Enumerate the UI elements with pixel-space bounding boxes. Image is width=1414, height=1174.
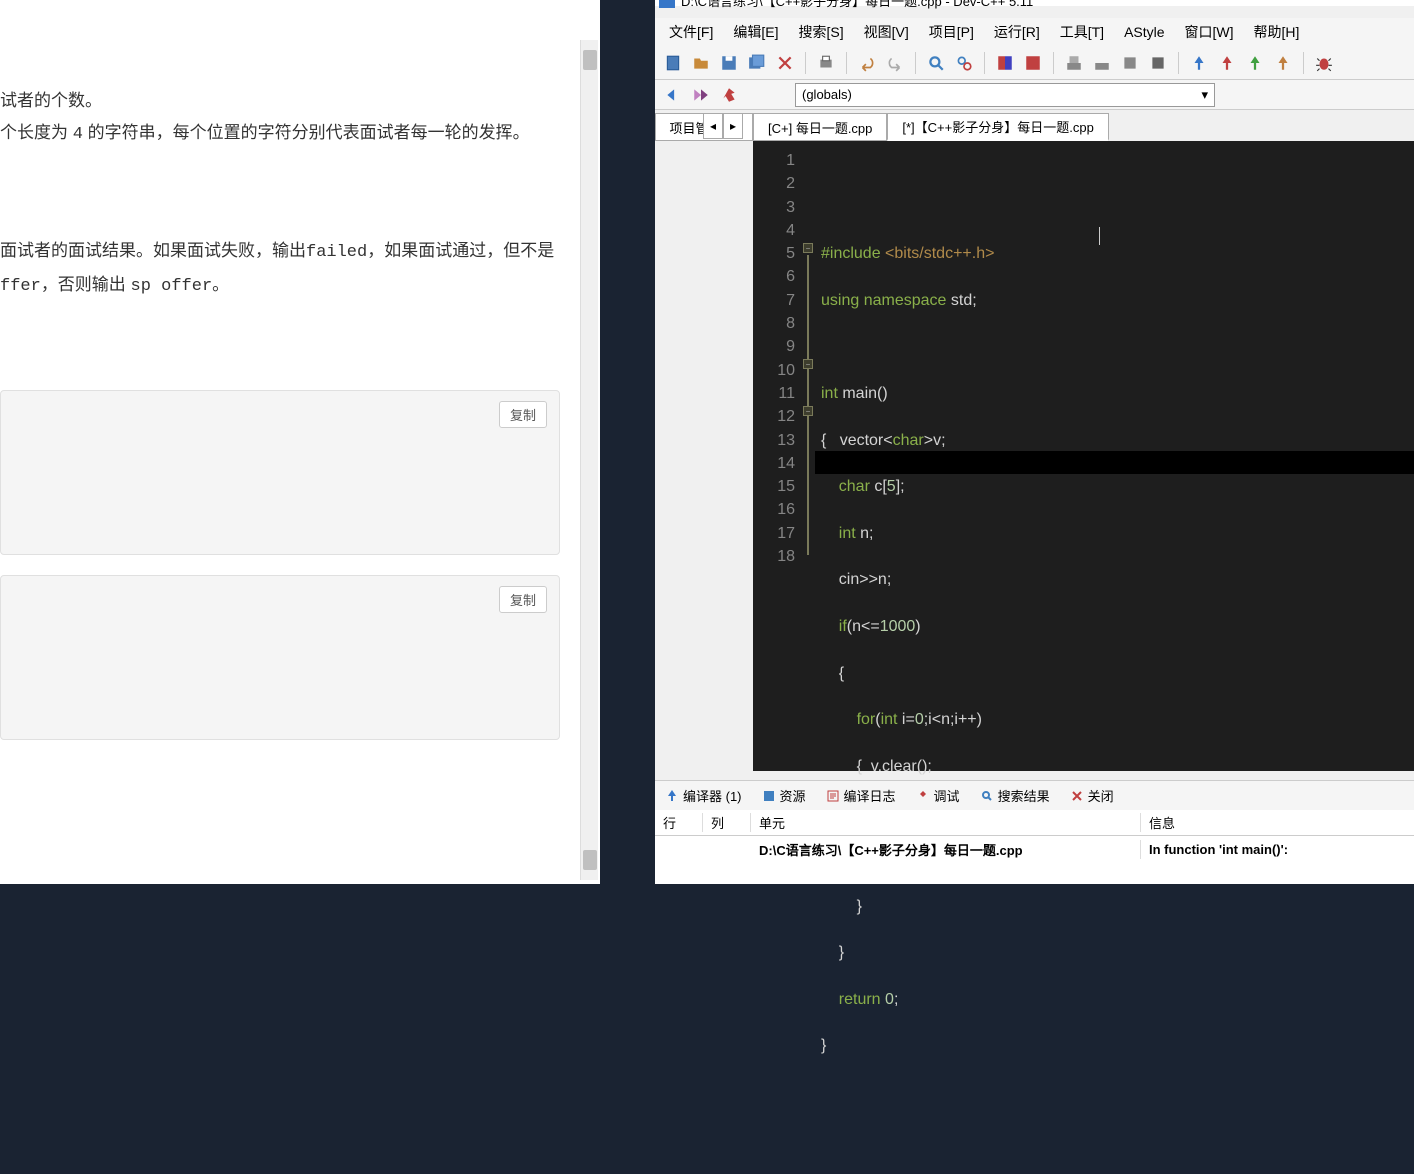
example-output-box: 复制: [0, 575, 560, 740]
ide-window: D:\C语言练习\【C++影子分身】每日一题.cpp - Dev-C++ 5.1…: [655, 0, 1414, 884]
col-info[interactable]: 信息: [1141, 813, 1414, 832]
example-input-box: 复制: [0, 390, 560, 555]
new-file-icon[interactable]: [661, 51, 685, 75]
fold-marker-icon[interactable]: −: [803, 406, 813, 416]
table-row[interactable]: D:\C语言练习\【C++影子分身】每日一题.cpp In function '…: [655, 836, 1414, 862]
menu-window[interactable]: 窗口[W]: [1175, 18, 1244, 46]
debug-icon[interactable]: [1090, 51, 1114, 75]
nav-icon[interactable]: [689, 83, 713, 107]
scrollbar-thumb[interactable]: [583, 50, 597, 70]
close-tab[interactable]: 关闭: [1060, 782, 1124, 809]
menu-help[interactable]: 帮助[H]: [1244, 18, 1310, 46]
rebuild-icon[interactable]: [1062, 51, 1086, 75]
menu-edit[interactable]: 编辑[E]: [723, 18, 788, 46]
left-scrollbar[interactable]: [580, 40, 598, 880]
nav-icon[interactable]: [661, 83, 685, 107]
bottom-tabs-bar: 编译器 (1) 资源 编译日志 调试 搜索结果 关闭: [655, 780, 1414, 810]
profiler-icon[interactable]: [1118, 51, 1142, 75]
search-results-tab[interactable]: 搜索结果: [970, 782, 1060, 809]
copy-button[interactable]: 复制: [499, 586, 547, 613]
print-icon[interactable]: [814, 51, 838, 75]
file-tabs: [C+] 每日一题.cpp [*]【C++影子分身】每日一题.cpp: [753, 113, 1414, 141]
find-icon[interactable]: [924, 51, 948, 75]
run-icon[interactable]: [1021, 51, 1045, 75]
code-editor[interactable]: 123 456 789 101112 131415 161718 − − − #…: [753, 141, 1414, 771]
chevron-down-icon: ▾: [1201, 87, 1208, 103]
problem-input-desc: 试者的个数。 个长度为 4 的字符串，每个位置的字符分别代表面试者每一轮的发挥。: [0, 85, 565, 152]
menu-search[interactable]: 搜索[S]: [788, 18, 853, 46]
text-cursor: [1099, 227, 1100, 245]
menu-file[interactable]: 文件[F]: [659, 18, 723, 46]
fold-column: − − −: [803, 141, 815, 771]
open-file-icon[interactable]: [689, 51, 713, 75]
scrollbar-thumb[interactable]: [583, 850, 597, 870]
scope-dropdown[interactable]: (globals) ▾: [795, 83, 1215, 107]
col-col[interactable]: 列: [703, 813, 751, 832]
save-all-icon[interactable]: [745, 51, 769, 75]
resource-tab[interactable]: 资源: [752, 782, 816, 809]
secondary-toolbar: (globals) ▾: [655, 80, 1414, 110]
nav-up-icon[interactable]: [1271, 51, 1295, 75]
fold-marker-icon[interactable]: −: [803, 359, 813, 369]
menu-bar: 文件[F] 编辑[E] 搜索[S] 视图[V] 项目[P] 运行[R] 工具[T…: [655, 18, 1414, 46]
main-toolbar: [655, 46, 1414, 80]
replace-icon[interactable]: [952, 51, 976, 75]
problem-panel: 试者的个数。 个长度为 4 的字符串，每个位置的字符分别代表面试者每一轮的发挥。…: [0, 0, 600, 884]
app-icon: [659, 0, 675, 8]
nav-icon[interactable]: [717, 83, 741, 107]
file-tab[interactable]: [C+] 每日一题.cpp: [753, 113, 887, 141]
problem-output-desc: 面试者的面试结果。如果面试失败，输出failed，如果面试通过，但不是 ffer…: [0, 235, 560, 304]
fold-marker-icon[interactable]: −: [803, 243, 813, 253]
config-icon[interactable]: [1146, 51, 1170, 75]
table-header: 行 列 单元 信息: [655, 810, 1414, 836]
code-content[interactable]: #include <bits/stdc++.h> using namespace…: [815, 141, 1414, 771]
close-icon[interactable]: [773, 51, 797, 75]
nav-up-icon[interactable]: [1187, 51, 1211, 75]
nav-up-icon[interactable]: [1215, 51, 1239, 75]
save-icon[interactable]: [717, 51, 741, 75]
window-title-bar: D:\C语言练习\【C++影子分身】每日一题.cpp - Dev-C++ 5.1…: [655, 0, 1414, 6]
sidebar-next-icon[interactable]: ▸: [723, 113, 743, 139]
bug-icon[interactable]: [1312, 51, 1336, 75]
menu-run[interactable]: 运行[R]: [984, 18, 1050, 46]
menu-view[interactable]: 视图[V]: [854, 18, 919, 46]
menu-tools[interactable]: 工具[T]: [1050, 18, 1114, 46]
menu-astyle[interactable]: AStyle: [1114, 20, 1174, 44]
debug-tab[interactable]: 调试: [906, 782, 970, 809]
col-unit[interactable]: 单元: [751, 813, 1141, 832]
copy-button[interactable]: 复制: [499, 401, 547, 428]
window-title: D:\C语言练习\【C++影子分身】每日一题.cpp - Dev-C++ 5.1…: [681, 0, 1033, 10]
redo-icon[interactable]: [883, 51, 907, 75]
file-tab-active[interactable]: [*]【C++影子分身】每日一题.cpp: [887, 113, 1108, 141]
line-number-gutter: 123 456 789 101112 131415 161718: [753, 141, 803, 771]
compile-icon[interactable]: [993, 51, 1017, 75]
nav-up-icon[interactable]: [1243, 51, 1267, 75]
compiler-tab[interactable]: 编译器 (1): [655, 782, 752, 809]
undo-icon[interactable]: [855, 51, 879, 75]
sidebar-prev-icon[interactable]: ◂: [703, 113, 723, 139]
menu-project[interactable]: 项目[P]: [919, 18, 984, 46]
compile-log-tab[interactable]: 编译日志: [816, 782, 906, 809]
col-row[interactable]: 行: [655, 813, 703, 832]
compiler-output-table: 行 列 单元 信息 D:\C语言练习\【C++影子分身】每日一题.cpp In …: [655, 810, 1414, 884]
